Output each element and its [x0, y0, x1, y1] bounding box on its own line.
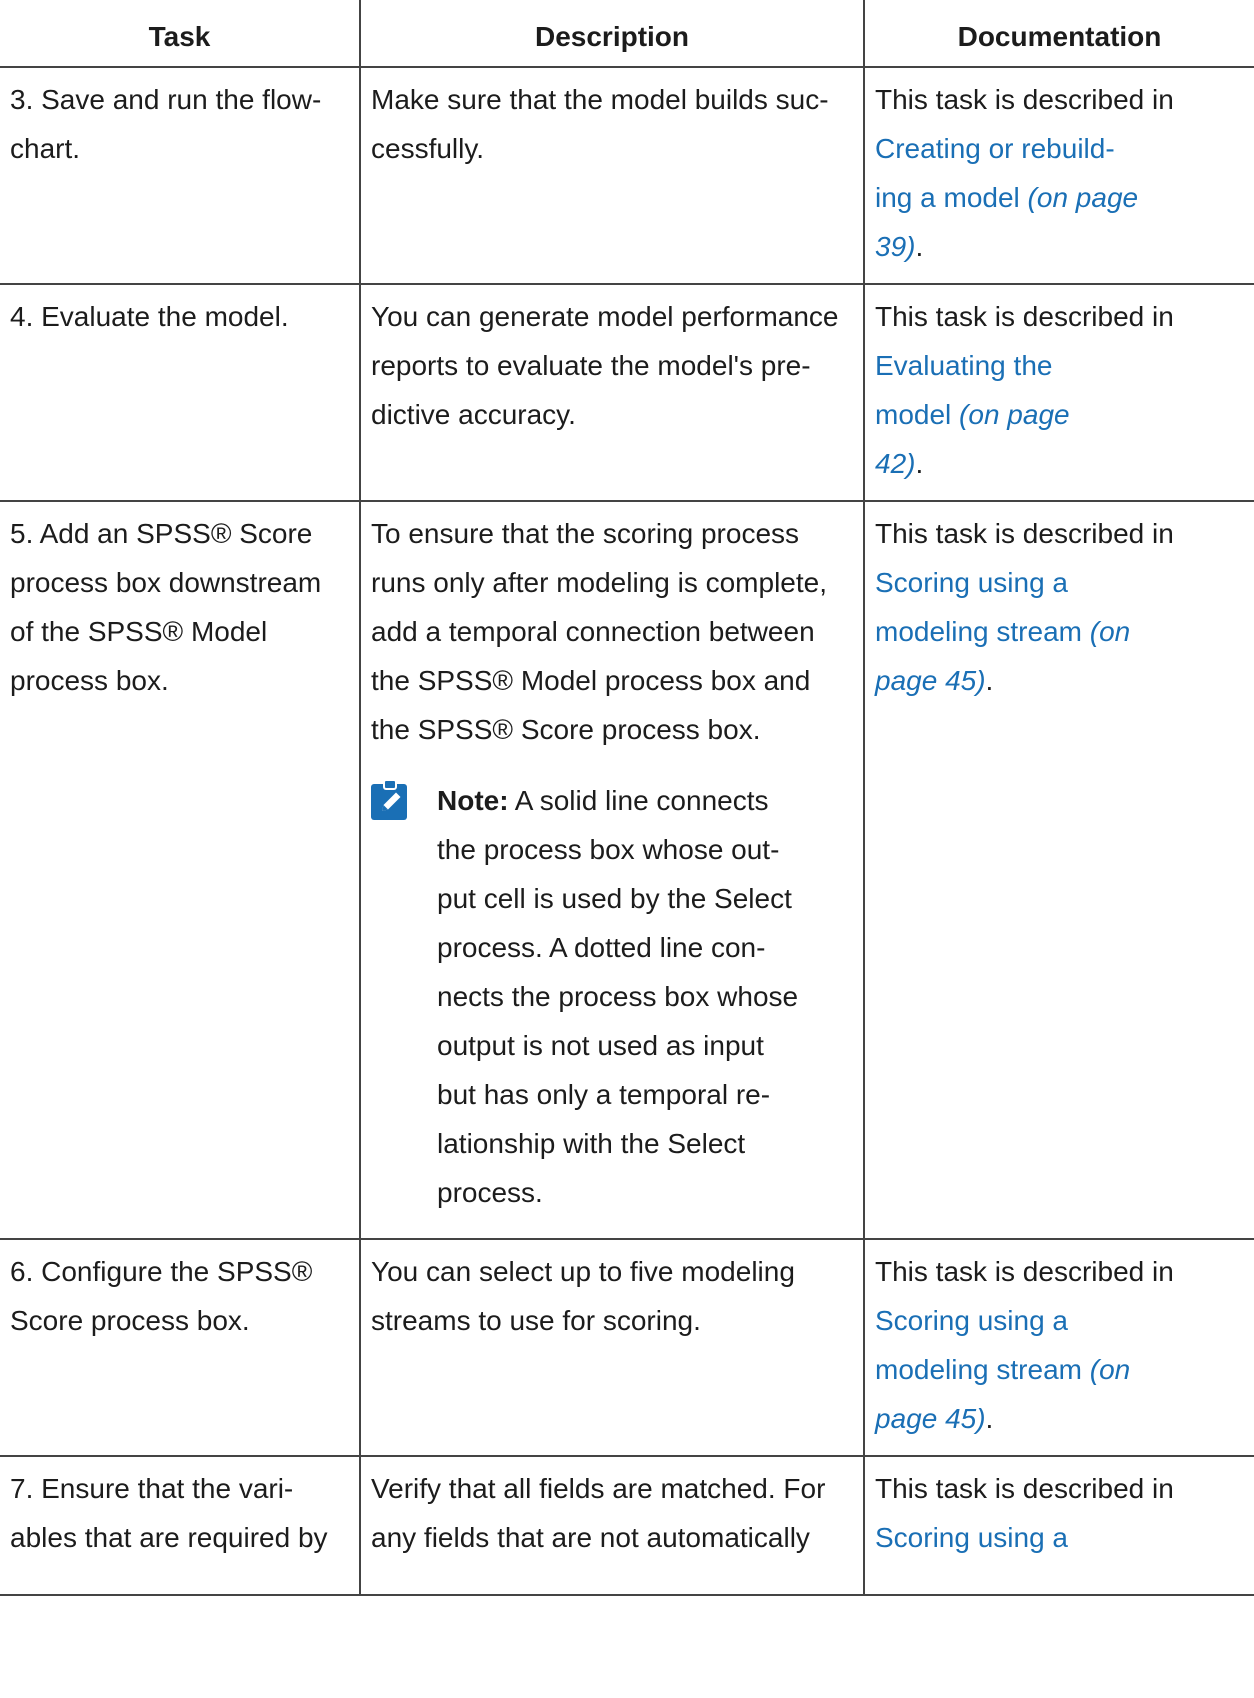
doc-link[interactable]: Scoring using a: [875, 1522, 1068, 1553]
task-cell: 4. Evaluate the model.: [0, 283, 361, 502]
task-cell: 3. Save and run the flow-chart.: [0, 66, 361, 285]
description-cell: You can generate model performance report…: [359, 283, 865, 502]
task-table: Task Description Documentation 3. Save a…: [0, 0, 1254, 1596]
table-row: 3. Save and run the flow-chart. Make sur…: [0, 66, 1254, 285]
task-cell: 5. Add an SPSS® Score process box downst…: [0, 500, 361, 1240]
task-cell: 7. Ensure that the vari-ables that are r…: [0, 1455, 361, 1596]
documentation-cell: This task is described in Evaluating the…: [863, 283, 1254, 502]
header-description: Description: [359, 0, 865, 68]
description-text: To ensure that the scoring process runs …: [371, 518, 827, 745]
doc-link[interactable]: Scoring using a modeling stream: [875, 1305, 1082, 1385]
table-header-row: Task Description Documentation: [0, 0, 1254, 68]
note-text: Note: A solid line connects the process b…: [437, 785, 799, 1208]
task-cell: 6. Configure the SPSS® Score process box.: [0, 1238, 361, 1457]
header-documentation: Documentation: [863, 0, 1254, 68]
table-row: 6. Configure the SPSS® Score process box.…: [0, 1238, 1254, 1457]
table-row: 5. Add an SPSS® Score process box downst…: [0, 500, 1254, 1240]
table-row: 7. Ensure that the vari-ables that are r…: [0, 1455, 1254, 1596]
description-cell: To ensure that the scoring process runs …: [359, 500, 865, 1240]
note-block: Note: A solid line connects the process b…: [371, 776, 853, 1217]
documentation-cell: This task is described in Scoring using …: [863, 500, 1254, 1240]
documentation-cell: This task is described in Scoring using …: [863, 1238, 1254, 1457]
documentation-cell: This task is described in Creating or re…: [863, 66, 1254, 285]
header-task: Task: [0, 0, 361, 68]
table-row: 4. Evaluate the model. You can generate …: [0, 283, 1254, 502]
description-cell: Make sure that the model builds suc-cess…: [359, 66, 865, 285]
pencil-note-icon: [371, 776, 437, 1217]
doc-link[interactable]: Scoring using a modeling stream: [875, 567, 1082, 647]
description-cell: You can select up to five modeling stream…: [359, 1238, 865, 1457]
description-cell: Verify that all fields are matched. For a…: [359, 1455, 865, 1596]
documentation-cell: This task is described in Scoring using …: [863, 1455, 1254, 1596]
